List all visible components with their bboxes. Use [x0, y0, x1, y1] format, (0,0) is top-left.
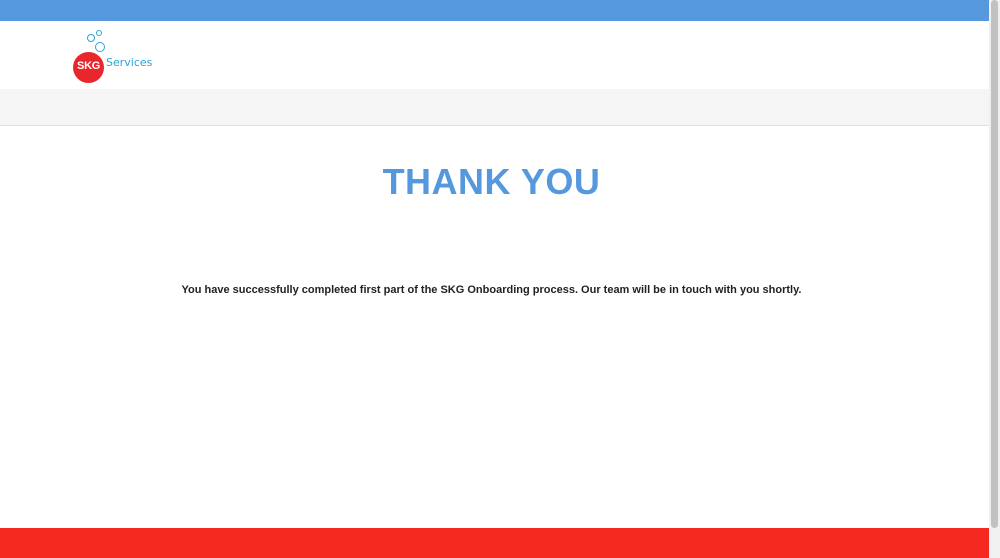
confirmation-message: You have successfully completed first pa…	[181, 284, 802, 296]
vertical-scrollbar[interactable]	[989, 0, 1000, 558]
scrollbar-thumb[interactable]	[991, 0, 998, 528]
bubble-icon	[87, 34, 95, 42]
logo-wordmark: Services	[106, 56, 153, 69]
nav-band	[0, 89, 989, 126]
main-content: THANK YOU You have successfully complete…	[0, 126, 989, 528]
logo-mark-text: SKG	[77, 60, 100, 72]
footer-bar	[0, 528, 989, 558]
top-accent-bar	[0, 0, 989, 21]
bubble-icon	[96, 30, 102, 36]
page-title: THANK YOU	[382, 161, 601, 202]
header: SKG Services	[0, 21, 989, 89]
page: SKG Services THANK YOU You have successf…	[0, 0, 1000, 558]
bubble-icon	[95, 42, 105, 52]
skg-services-logo[interactable]: SKG Services	[70, 29, 170, 83]
